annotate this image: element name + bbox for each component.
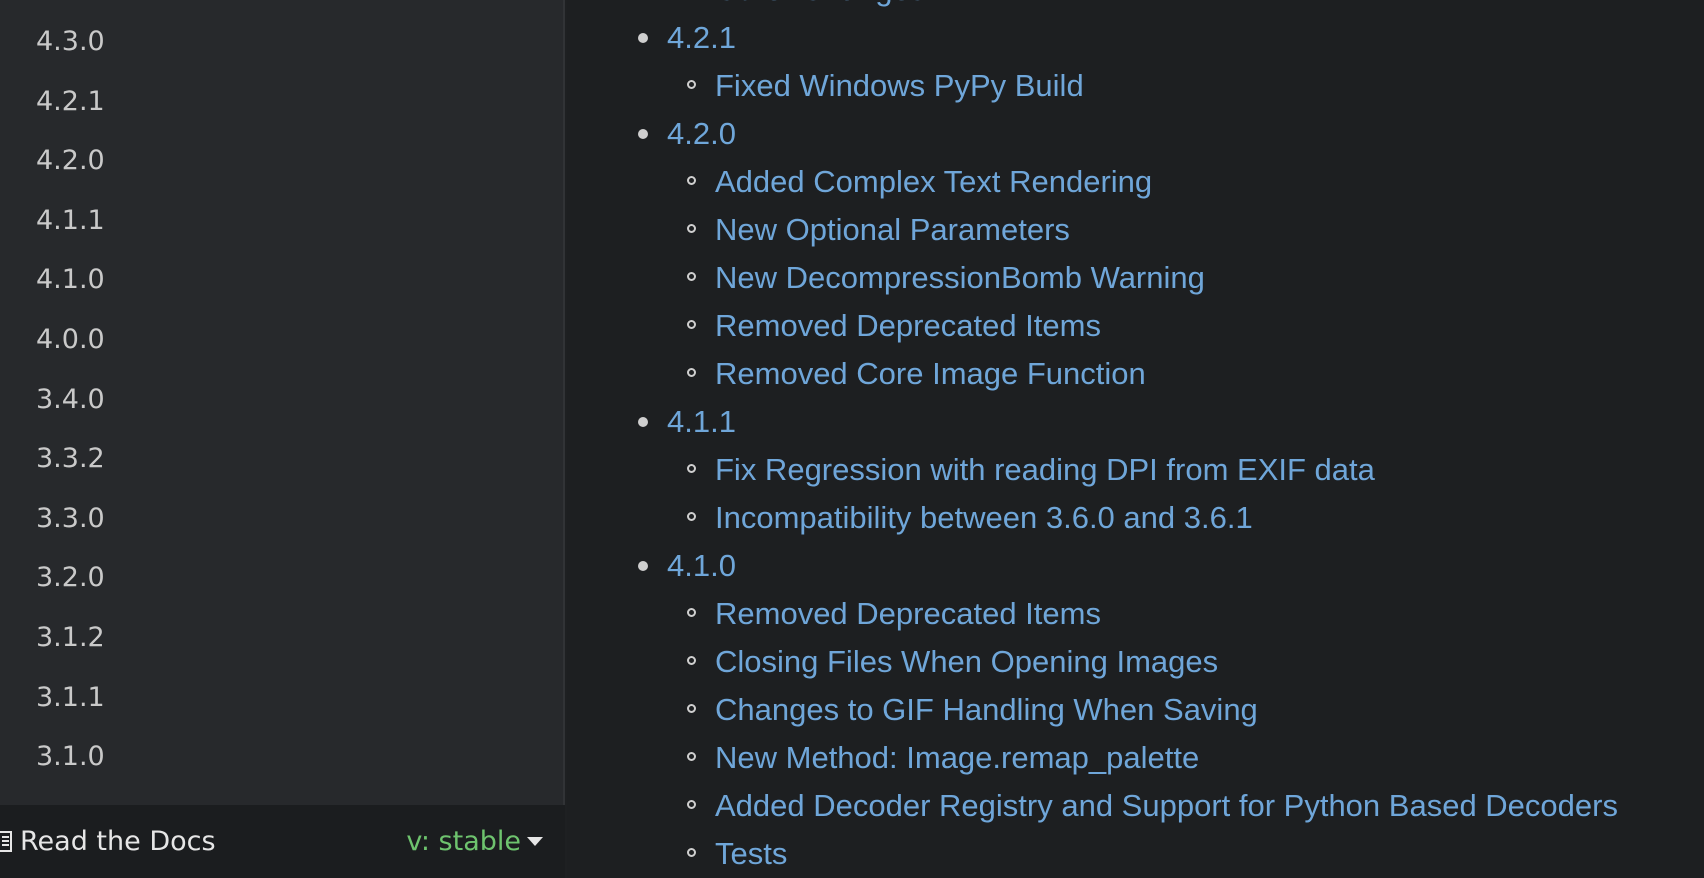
sidebar-item-version[interactable]: 3.2.0 [0,548,563,608]
sidebar-item-version[interactable]: 3.1.0 [0,727,563,787]
sidebar-item-version[interactable]: 4.2.1 [0,72,563,132]
toc-link-text: Removed Core Image Function [715,356,1146,391]
bullet-circle-icon [687,656,696,665]
bullet-circle-icon [687,512,696,521]
toc-section-link[interactable]: Fixed Windows PyPy Build [667,62,1618,110]
sidebar-item-version[interactable]: 4.1.0 [0,250,563,310]
toc-link-text: Tests [715,836,788,871]
toc-link-text: Fixed Windows PyPy Build [715,68,1084,103]
docs-page: 4.3.0 4.2.1 4.2.0 4.1.1 4.1.0 4.0.0 3.4.0 3.3.2… [0,0,1704,878]
toc-link-text: Removed Deprecated Items [715,596,1101,631]
sidebar-item-version[interactable]: 4.0.0 [0,310,563,370]
toc-link-text: Fix Regression with reading DPI from EXI… [715,452,1375,487]
toc-section-link[interactable]: New Optional Parameters [667,206,1618,254]
sidebar-item-version[interactable]: 3.1.1 [0,668,563,728]
sidebar-item-version[interactable]: 4.2.0 [0,131,563,191]
rtd-label-group: Read the Docs [0,826,216,857]
bullet-circle-icon [687,224,696,233]
toc-version-link[interactable]: 4.1.0 [638,542,1618,590]
toc-section-link[interactable]: Removed Deprecated Items [667,302,1618,350]
toc-section-link[interactable]: Fix Regression with reading DPI from EXI… [667,446,1618,494]
toc-link-text: 4.2.1 [667,20,736,55]
toc-section-link[interactable]: Removed Core Image Function [667,350,1618,398]
toc-link-text: 4.2.0 [667,116,736,151]
bullet-circle-icon [687,752,696,761]
bullet-circle-icon [687,176,696,185]
sidebar-item-version[interactable]: 4.1.1 [0,191,563,251]
bullet-disc-icon [638,417,648,427]
toc-section-link[interactable]: Other Changes [667,0,1618,14]
toc-version-link[interactable]: 4.1.1 [638,398,1618,446]
toc-version-link[interactable]: 4.2.1 [638,14,1618,62]
bullet-disc-icon [638,129,648,139]
toc-link-text: 4.1.0 [667,548,736,583]
main-content: Other Changes 4.2.1 Fixed Windows PyPy Bui… [567,0,1704,878]
toc-link-text: New DecompressionBomb Warning [715,260,1205,295]
sidebar-item-version[interactable]: 3.1.2 [0,608,563,668]
version-selector[interactable]: v: stable [406,826,543,857]
toc-version-link[interactable]: 4.2.0 [638,110,1618,158]
bullet-circle-icon [687,272,696,281]
toc-link-text: Added Complex Text Rendering [715,164,1153,199]
bullet-circle-icon [687,848,696,857]
bullet-circle-icon [687,320,696,329]
toc-link-text: Added Decoder Registry and Support for P… [715,788,1618,823]
toc-section-link[interactable]: Added Complex Text Rendering [667,158,1618,206]
sidebar-item-version[interactable]: 3.3.2 [0,429,563,489]
read-the-docs-bar[interactable]: Read the Docs v: stable [0,805,565,878]
toc-link-text: Removed Deprecated Items [715,308,1101,343]
toc-link-text: Changes to GIF Handling When Saving [715,692,1258,727]
toc-section-link[interactable]: New DecompressionBomb Warning [667,254,1618,302]
book-icon [0,830,12,852]
bullet-disc-icon [638,561,648,571]
sidebar-item-version[interactable]: 4.3.0 [0,12,563,72]
bullet-circle-icon [687,800,696,809]
version-list: 4.3.0 4.2.1 4.2.0 4.1.1 4.1.0 4.0.0 3.4.0 3.3.2… [0,12,563,787]
sidebar-item-version[interactable]: 3.3.0 [0,489,563,549]
bullet-circle-icon [687,368,696,377]
bullet-circle-icon [687,608,696,617]
bullet-circle-icon [687,80,696,89]
bullet-disc-icon [638,33,648,43]
toc-section-link[interactable]: Added Decoder Registry and Support for P… [667,782,1618,830]
toc-section-link[interactable]: Removed Deprecated Items [667,590,1618,638]
version-label: v: stable [406,826,521,857]
toc-link-text: Other Changes [715,0,925,7]
toc-section-link[interactable]: Closing Files When Opening Images [667,638,1618,686]
toc-link-text: Closing Files When Opening Images [715,644,1219,679]
bullet-circle-icon [687,704,696,713]
table-of-contents: Other Changes 4.2.1 Fixed Windows PyPy Bui… [638,0,1618,878]
bullet-circle-icon [687,464,696,473]
caret-down-icon [527,837,543,846]
toc-section-link[interactable]: Tests [667,830,1618,878]
toc-link-text: 4.1.1 [667,404,736,439]
rtd-label: Read the Docs [20,826,216,857]
sidebar-item-version[interactable]: 3.4.0 [0,370,563,430]
toc-link-text: New Method: Image.remap_palette [715,740,1200,775]
toc-link-text: New Optional Parameters [715,212,1070,247]
sidebar: 4.3.0 4.2.1 4.2.0 4.1.1 4.1.0 4.0.0 3.4.0 3.3.2… [0,0,565,878]
toc-section-link[interactable]: New Method: Image.remap_palette [667,734,1618,782]
toc-section-link[interactable]: Changes to GIF Handling When Saving [667,686,1618,734]
toc-section-link[interactable]: Incompatibility between 3.6.0 and 3.6.1 [667,494,1618,542]
toc-link-text: Incompatibility between 3.6.0 and 3.6.1 [715,500,1253,535]
